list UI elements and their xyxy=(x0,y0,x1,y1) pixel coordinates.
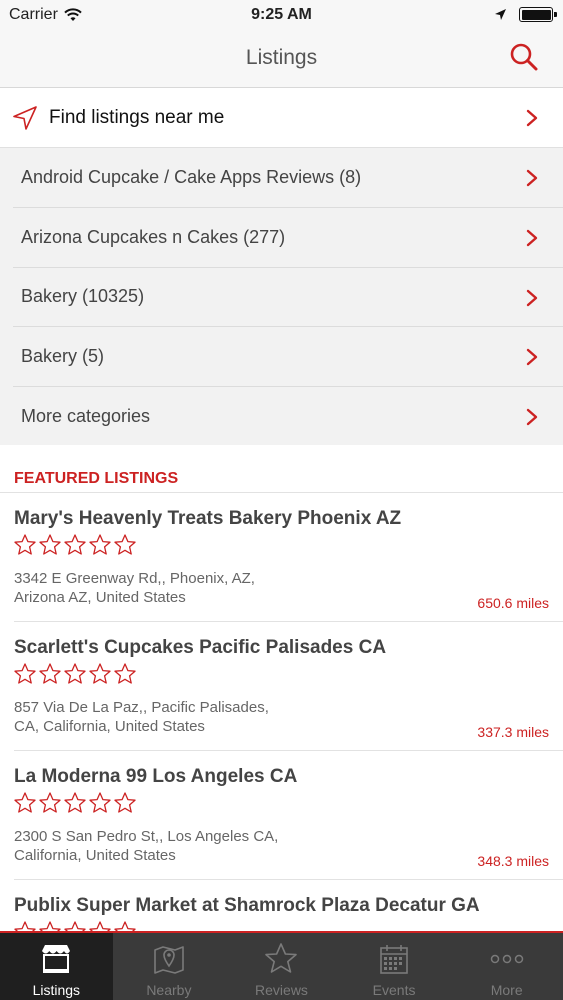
star-rating xyxy=(13,533,137,557)
navigation-bar: Listings xyxy=(0,30,563,88)
address-line: California, United States xyxy=(14,847,176,864)
address-line: 857 Via De La Paz,, Pacific Palisades, xyxy=(14,699,269,716)
tab-events[interactable]: Events xyxy=(338,933,451,1000)
star-icon xyxy=(265,943,298,973)
listing-address: 3342 E Greenway Rd,, Phoenix, AZ, Arizon… xyxy=(14,569,255,607)
star-icon xyxy=(114,534,136,555)
star-icon xyxy=(114,792,136,813)
category-label: Arizona Cupcakes n Cakes (277) xyxy=(21,226,286,247)
category-label: Android Cupcake / Cake Apps Reviews (8) xyxy=(21,166,362,187)
chevron-right-icon xyxy=(526,408,538,426)
tab-reviews[interactable]: Reviews xyxy=(225,933,338,1000)
star-icon xyxy=(64,534,86,555)
star-rating xyxy=(13,662,137,686)
listing-item[interactable]: Scarlett's Cupcakes Pacific Palisades CA… xyxy=(14,622,563,751)
star-icon xyxy=(14,534,36,555)
listing-name: Scarlett's Cupcakes Pacific Palisades CA xyxy=(14,637,387,658)
listing-distance: 337.3 miles xyxy=(477,724,549,740)
star-icon xyxy=(64,663,86,684)
listing-item[interactable]: Mary's Heavenly Treats Bakery Phoenix AZ… xyxy=(14,493,563,622)
address-line: 2300 S San Pedro St,, Los Angeles CA, xyxy=(14,828,279,845)
tab-label: Nearby xyxy=(146,982,192,998)
listing-name: Publix Super Market at Shamrock Plaza De… xyxy=(14,895,480,916)
address-line: CA, California, United States xyxy=(14,718,205,735)
address-line: Arizona AZ, United States xyxy=(14,589,186,606)
calendar-icon xyxy=(380,945,408,974)
status-time: 9:25 AM xyxy=(251,6,312,23)
tab-bar: Listings Nearby Reviews Events More xyxy=(0,931,563,1000)
featured-listings-section: FEATURED LISTINGS Mary's Heavenly Treats… xyxy=(0,445,563,933)
more-categories-row[interactable]: More categories xyxy=(0,387,563,447)
search-icon[interactable] xyxy=(509,42,539,72)
star-icon xyxy=(89,663,111,684)
location-arrow-icon xyxy=(13,105,37,130)
chevron-right-icon xyxy=(526,289,538,306)
star-icon xyxy=(64,792,86,813)
listing-name: La Moderna 99 Los Angeles CA xyxy=(14,766,298,787)
tab-label: Events xyxy=(372,982,416,998)
category-row[interactable]: Bakery (5) xyxy=(13,327,563,388)
listing-address: 857 Via De La Paz,, Pacific Palisades, C… xyxy=(14,698,269,736)
category-label: More categories xyxy=(21,406,151,427)
tab-label: Listings xyxy=(32,982,81,998)
category-row[interactable]: Bakery (10325) xyxy=(13,268,563,328)
star-icon xyxy=(39,534,61,555)
chevron-right-icon xyxy=(526,229,538,246)
star-icon xyxy=(14,663,36,684)
listing-address: 2300 S San Pedro St,, Los Angeles CA, Ca… xyxy=(14,827,278,865)
listing-name: Mary's Heavenly Treats Bakery Phoenix AZ xyxy=(14,508,402,529)
chevron-right-icon xyxy=(526,109,538,127)
listing-distance: 348.3 miles xyxy=(477,853,549,869)
find-listings-label: Find listings near me xyxy=(49,106,225,128)
storefront-icon xyxy=(42,945,71,973)
tab-more[interactable]: More xyxy=(450,933,563,1000)
star-rating xyxy=(13,791,137,815)
tab-label: Reviews xyxy=(255,982,308,998)
status-bar: Carrier 9:25 AM xyxy=(0,0,563,30)
category-row[interactable]: Arizona Cupcakes n Cakes (277) xyxy=(13,208,563,268)
more-dots-icon xyxy=(490,954,523,964)
tab-listings[interactable]: Listings xyxy=(0,933,113,1000)
featured-listings-header: FEATURED LISTINGS xyxy=(0,445,563,493)
map-pin-icon xyxy=(154,946,184,974)
listing-item[interactable]: La Moderna 99 Los Angeles CA 2300 S San … xyxy=(14,751,563,880)
find-listings-near-me-row[interactable]: Find listings near me xyxy=(0,88,563,148)
page-title: Listings xyxy=(245,46,318,69)
category-row[interactable]: Android Cupcake / Cake Apps Reviews (8) xyxy=(13,148,563,208)
listing-item[interactable]: Publix Super Market at Shamrock Plaza De… xyxy=(14,880,563,933)
chevron-right-icon xyxy=(526,169,538,187)
star-icon xyxy=(89,534,111,555)
chevron-right-icon xyxy=(526,349,538,366)
address-line: 3342 E Greenway Rd,, Phoenix, AZ, xyxy=(14,570,255,587)
category-label: Bakery (10325) xyxy=(21,286,145,307)
listing-distance: 650.6 miles xyxy=(477,595,549,611)
star-icon xyxy=(39,792,61,813)
category-list: Android Cupcake / Cake Apps Reviews (8) … xyxy=(0,148,563,447)
star-icon xyxy=(39,663,61,684)
location-arrow-icon xyxy=(495,9,506,20)
tab-label: More xyxy=(490,982,523,998)
battery-icon xyxy=(519,7,557,22)
star-icon xyxy=(114,663,136,684)
tab-nearby[interactable]: Nearby xyxy=(113,933,226,1000)
category-label: Bakery (5) xyxy=(21,346,105,367)
star-icon xyxy=(89,792,111,813)
star-icon xyxy=(14,792,36,813)
